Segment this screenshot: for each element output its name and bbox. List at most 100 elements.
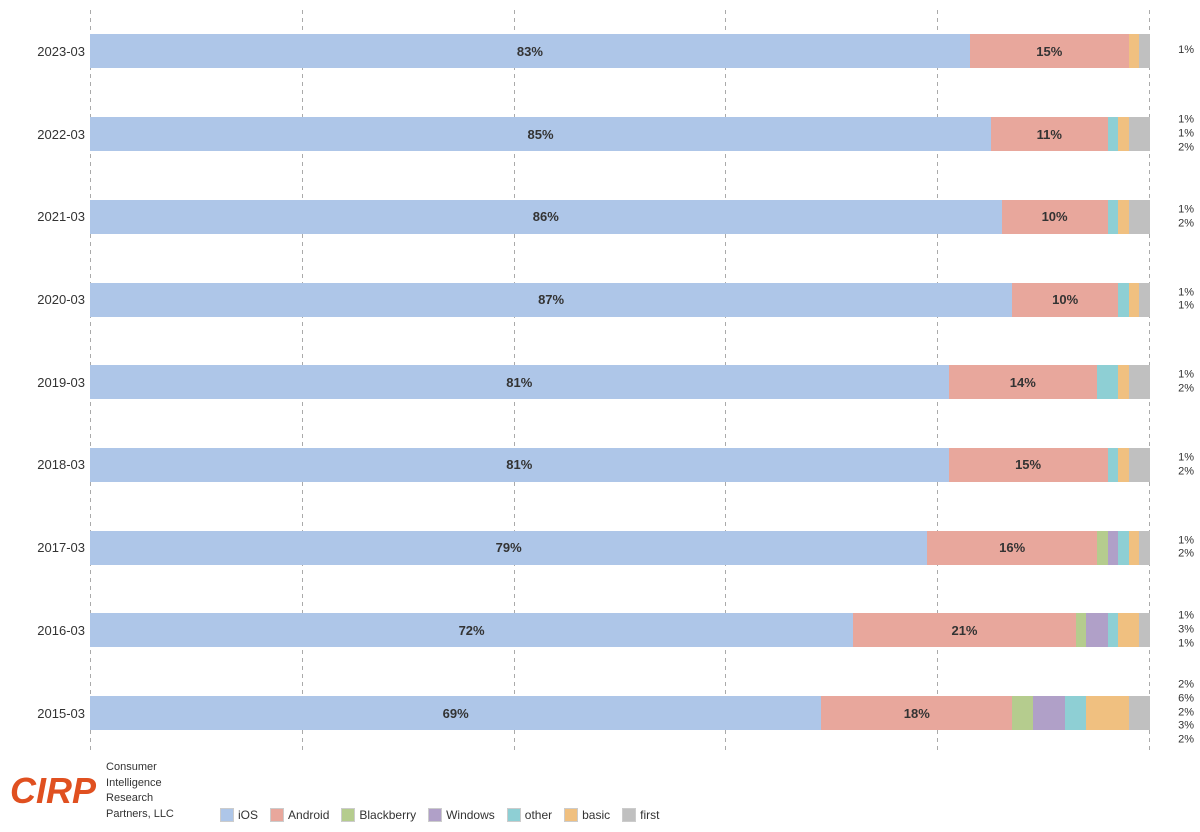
- legend-item-ios: iOS: [220, 808, 258, 822]
- segment-ios-2020-03: 87%: [90, 283, 1012, 317]
- bar-2020-03: 87%10%1%1%: [90, 283, 1150, 317]
- overflow-label: 1%: [1178, 286, 1194, 300]
- segment-blackberry-2015-03: [1012, 696, 1033, 730]
- bar-2022-03: 85%11%1%1%2%: [90, 117, 1150, 151]
- overflow-label: 1%: [1178, 127, 1194, 141]
- year-label-2017-03: 2017-03: [10, 540, 85, 555]
- overflow-labels-2018-03: 1%2%: [1178, 451, 1194, 479]
- legend-swatch-blackberry: [341, 808, 355, 822]
- overflow-label: 1%: [1178, 368, 1194, 382]
- bar-2019-03: 81%14%1%2%: [90, 365, 1150, 399]
- segment-windows-2017-03: [1108, 531, 1119, 565]
- cirp-text: ConsumerIntelligenceResearchPartners, LL…: [106, 760, 174, 822]
- legend-label-ios: iOS: [238, 808, 258, 822]
- overflow-labels-2015-03: 2%6%2%3%2%: [1178, 679, 1194, 748]
- overflow-label: 2%: [1178, 465, 1194, 479]
- overflow-label: 1%: [1178, 637, 1194, 651]
- segment-label-android-2022-03: 11%: [1037, 127, 1062, 142]
- overflow-label: 1%: [1178, 113, 1194, 127]
- bar-2016-03: 72%21%1%3%1%: [90, 613, 1150, 647]
- segment-android-2018-03: 15%: [949, 448, 1108, 482]
- overflow-labels-2017-03: 1%2%: [1178, 534, 1194, 562]
- segment-windows-2016-03: [1086, 613, 1107, 647]
- legend-swatch-ios: [220, 808, 234, 822]
- legend-item-other: other: [507, 808, 552, 822]
- segment-basic-2015-03: [1086, 696, 1128, 730]
- year-label-2023-03: 2023-03: [10, 44, 85, 59]
- legend-label-blackberry: Blackberry: [359, 808, 416, 822]
- legend-swatch-first: [622, 808, 636, 822]
- legend-swatch-windows: [428, 808, 442, 822]
- year-label-2020-03: 2020-03: [10, 292, 85, 307]
- legend-label-windows: Windows: [446, 808, 495, 822]
- segment-android-2021-03: 10%: [1002, 200, 1108, 234]
- segment-basic-2019-03: [1118, 365, 1129, 399]
- row-2023-03: 2023-0383%15%1%: [90, 34, 1150, 68]
- overflow-label: 3%: [1178, 720, 1194, 734]
- segment-label-android-2017-03: 16%: [999, 540, 1025, 555]
- legend-item-basic: basic: [564, 808, 610, 822]
- year-label-2016-03: 2016-03: [10, 623, 85, 638]
- segment-label-ios-2023-03: 83%: [517, 44, 543, 59]
- segment-basic-2021-03: [1118, 200, 1129, 234]
- segment-android-2022-03: 11%: [991, 117, 1108, 151]
- overflow-label: 1%: [1178, 203, 1194, 217]
- row-2022-03: 2022-0385%11%1%1%2%: [90, 117, 1150, 151]
- legend-item-blackberry: Blackberry: [341, 808, 416, 822]
- bar-2023-03: 83%15%1%: [90, 34, 1150, 68]
- segment-android-2016-03: 21%: [853, 613, 1076, 647]
- overflow-labels-2016-03: 1%3%1%: [1178, 610, 1194, 651]
- overflow-label: 2%: [1178, 706, 1194, 720]
- legend-label-first: first: [640, 808, 659, 822]
- segment-label-ios-2022-03: 85%: [527, 127, 553, 142]
- legend-label-other: other: [525, 808, 552, 822]
- segment-android-2020-03: 10%: [1012, 283, 1118, 317]
- row-2017-03: 2017-0379%16%1%2%: [90, 531, 1150, 565]
- segment-ios-2016-03: 72%: [90, 613, 853, 647]
- overflow-label: 2%: [1178, 382, 1194, 396]
- segment-first-2015-03: [1129, 696, 1150, 730]
- row-group-2018-03: 2018-0381%15%1%2%: [90, 424, 1150, 507]
- legend-label-android: Android: [288, 808, 329, 822]
- footer: CIRP ConsumerIntelligenceResearchPartner…: [10, 760, 1180, 822]
- year-label-2021-03: 2021-03: [10, 209, 85, 224]
- segment-label-ios-2016-03: 72%: [459, 623, 485, 638]
- segment-ios-2017-03: 79%: [90, 531, 927, 565]
- segment-basic-2020-03: [1129, 283, 1140, 317]
- overflow-labels-2021-03: 1%2%: [1178, 203, 1194, 231]
- overflow-label: 1%: [1178, 610, 1194, 624]
- segment-blackberry-2016-03: [1076, 613, 1087, 647]
- segment-other-2016-03: [1108, 613, 1119, 647]
- segment-first-2021-03: [1129, 200, 1150, 234]
- segment-first-2023-03: [1139, 34, 1150, 68]
- segment-first-2022-03: [1129, 117, 1150, 151]
- segment-basic-2017-03: [1129, 531, 1140, 565]
- chart-container: 2023-0383%15%1%2022-0385%11%1%1%2%2021-0…: [0, 0, 1200, 832]
- overflow-label: 2%: [1178, 217, 1194, 231]
- segment-basic-2023-03: [1129, 34, 1140, 68]
- segment-ios-2018-03: 81%: [90, 448, 949, 482]
- overflow-label: 1%: [1178, 451, 1194, 465]
- cirp-logo: CIRP: [10, 773, 96, 809]
- overflow-label: 1%: [1178, 534, 1194, 548]
- segment-first-2019-03: [1129, 365, 1150, 399]
- row-group-2016-03: 2016-0372%21%1%3%1%: [90, 589, 1150, 672]
- legend: iOS Android Blackberry Windows other basic fir…: [210, 808, 659, 822]
- segment-other-2021-03: [1108, 200, 1119, 234]
- rows-wrapper: 2023-0383%15%1%2022-0385%11%1%1%2%2021-0…: [90, 10, 1150, 754]
- row-group-2020-03: 2020-0387%10%1%1%: [90, 258, 1150, 341]
- segment-android-2023-03: 15%: [970, 34, 1129, 68]
- year-label-2015-03: 2015-03: [10, 706, 85, 721]
- bar-2021-03: 86%10%1%2%: [90, 200, 1150, 234]
- segment-ios-2015-03: 69%: [90, 696, 821, 730]
- overflow-labels-2020-03: 1%1%: [1178, 286, 1194, 314]
- year-label-2018-03: 2018-03: [10, 457, 85, 472]
- legend-swatch-basic: [564, 808, 578, 822]
- legend-item-windows: Windows: [428, 808, 495, 822]
- segment-first-2017-03: [1139, 531, 1150, 565]
- segment-other-2019-03: [1097, 365, 1118, 399]
- overflow-label: 1%: [1178, 300, 1194, 314]
- bar-2017-03: 79%16%1%2%: [90, 531, 1150, 565]
- bar-2015-03: 69%18%2%6%2%3%2%: [90, 696, 1150, 730]
- segment-first-2018-03: [1129, 448, 1150, 482]
